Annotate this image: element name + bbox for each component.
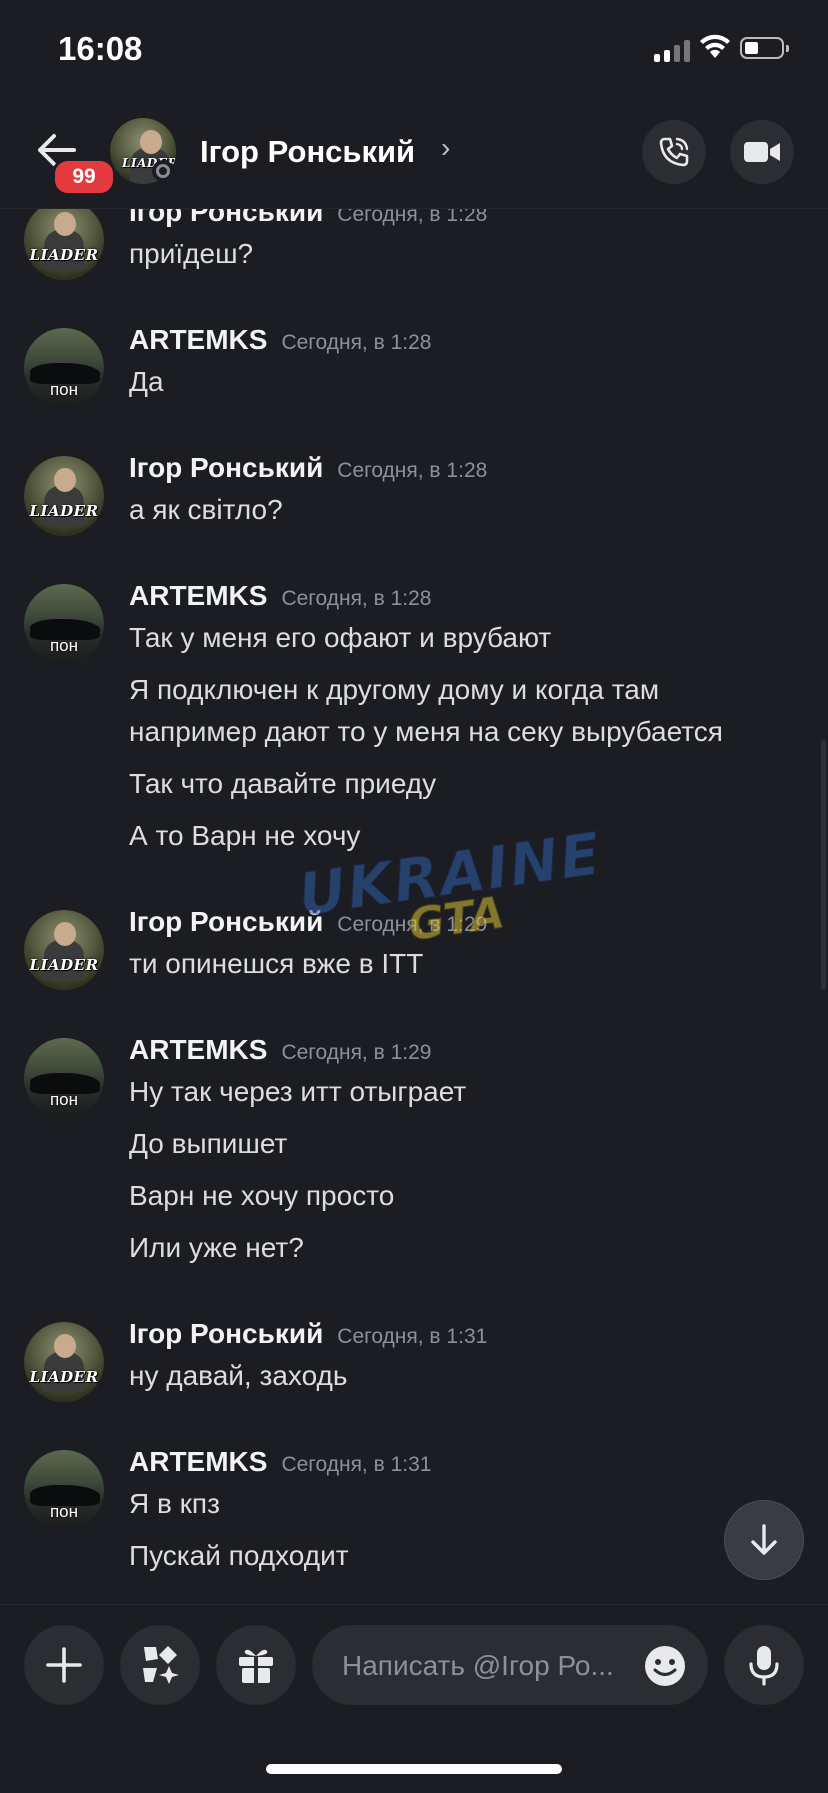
gift-button[interactable] [216,1625,296,1705]
user-avatar[interactable]: пон [24,1038,104,1118]
message-text: Пускай подходит [129,1540,349,1571]
offline-status-icon [152,160,174,182]
message-text: приїдеш? [129,238,254,269]
jump-to-latest-button[interactable] [724,1500,804,1580]
chevron-right-icon[interactable]: › [441,132,450,164]
add-attachment-button[interactable] [24,1625,104,1705]
message-text: Варн не хочу просто [129,1180,395,1211]
message-text: Или уже нет? [129,1232,304,1263]
wifi-icon [700,34,730,58]
user-avatar[interactable]: LIADER [24,1322,104,1402]
user-avatar[interactable]: LIADER [24,208,104,280]
contact-name[interactable]: Ігор Ронський [200,134,415,170]
status-time: 16:08 [58,30,143,67]
message-author[interactable]: ARTEMKS Сегодня, в 1:28 [129,580,431,612]
message-text: например дают то у меня на секу вырубает… [129,716,723,747]
message-author[interactable]: ARTEMKS Сегодня, в 1:28 [129,324,431,356]
message-text: Я подключен к другому дому и когда там [129,674,660,705]
message-timestamp: Сегодня, в 1:31 [281,1453,432,1476]
message-timestamp: Сегодня, в 1:29 [337,913,488,936]
message-text: Так у меня его офают и врубают [129,622,552,653]
chat-header: 99 LIADER Ігор Ронський › [0,100,828,209]
message-text: а як світло? [129,494,283,525]
user-avatar[interactable]: пон [24,584,104,664]
message-author[interactable]: ARTEMKS Сегодня, в 1:31 [129,1446,431,1478]
message-author[interactable]: Ігор Ронський Сегодня, в 1:28 [129,452,487,484]
arrow-down-icon [751,1524,777,1555]
battery-icon [740,37,789,59]
status-bar: 16:08 [0,0,828,100]
message-input[interactable] [340,1625,644,1707]
user-avatar[interactable]: LIADER [24,910,104,990]
message-timestamp: Сегодня, в 1:28 [281,331,432,354]
unread-badge: 99 [52,158,116,196]
message-author[interactable]: Ігор Ронський Сегодня, в 1:31 [129,1318,487,1350]
user-avatar[interactable]: пон [24,1450,104,1530]
message-text: Так что давайте приеду [129,768,437,799]
message-list[interactable]: LIADER Ігор Ронський Сегодня, в 1:28 приї… [0,208,828,1604]
user-avatar[interactable]: пон [24,328,104,408]
message-text: Я в кпз [129,1488,220,1519]
cellular-signal-icon [654,38,690,62]
message-timestamp: Сегодня, в 1:28 [337,208,488,226]
microphone-icon [749,1646,779,1686]
message-timestamp: Сегодня, в 1:28 [281,587,432,610]
emoji-icon[interactable] [644,1645,686,1687]
phone-icon [659,137,689,167]
message-text: До выпишет [129,1128,288,1159]
message-author[interactable]: ARTEMKS Сегодня, в 1:29 [129,1034,431,1066]
message-text: Да [129,366,164,397]
message-input-container[interactable] [312,1625,708,1707]
message-text: ти опинешся вже в ІТТ [129,948,424,979]
message-author[interactable]: Ігор Ронський Сегодня, в 1:28 [129,208,487,228]
scrollbar[interactable] [821,740,826,990]
message-timestamp: Сегодня, в 1:29 [281,1041,432,1064]
gift-icon [239,1649,273,1683]
message-timestamp: Сегодня, в 1:28 [337,459,488,482]
voice-call-button[interactable] [642,120,706,184]
apps-shapes-icon [143,1646,179,1684]
message-text: Ну так через итт отыграет [129,1076,467,1107]
video-camera-icon [744,142,780,162]
plus-icon [46,1647,82,1683]
message-timestamp: Сегодня, в 1:31 [337,1325,488,1348]
home-indicator[interactable] [266,1764,562,1774]
voice-message-button[interactable] [724,1625,804,1705]
message-author[interactable]: Ігор Ронський Сегодня, в 1:29 [129,906,487,938]
apps-button[interactable] [120,1625,200,1705]
message-text: ну давай, заходь [129,1360,348,1391]
user-avatar[interactable]: LIADER [24,456,104,536]
message-text: А то Варн не хочу [129,820,361,851]
video-call-button[interactable] [730,120,794,184]
